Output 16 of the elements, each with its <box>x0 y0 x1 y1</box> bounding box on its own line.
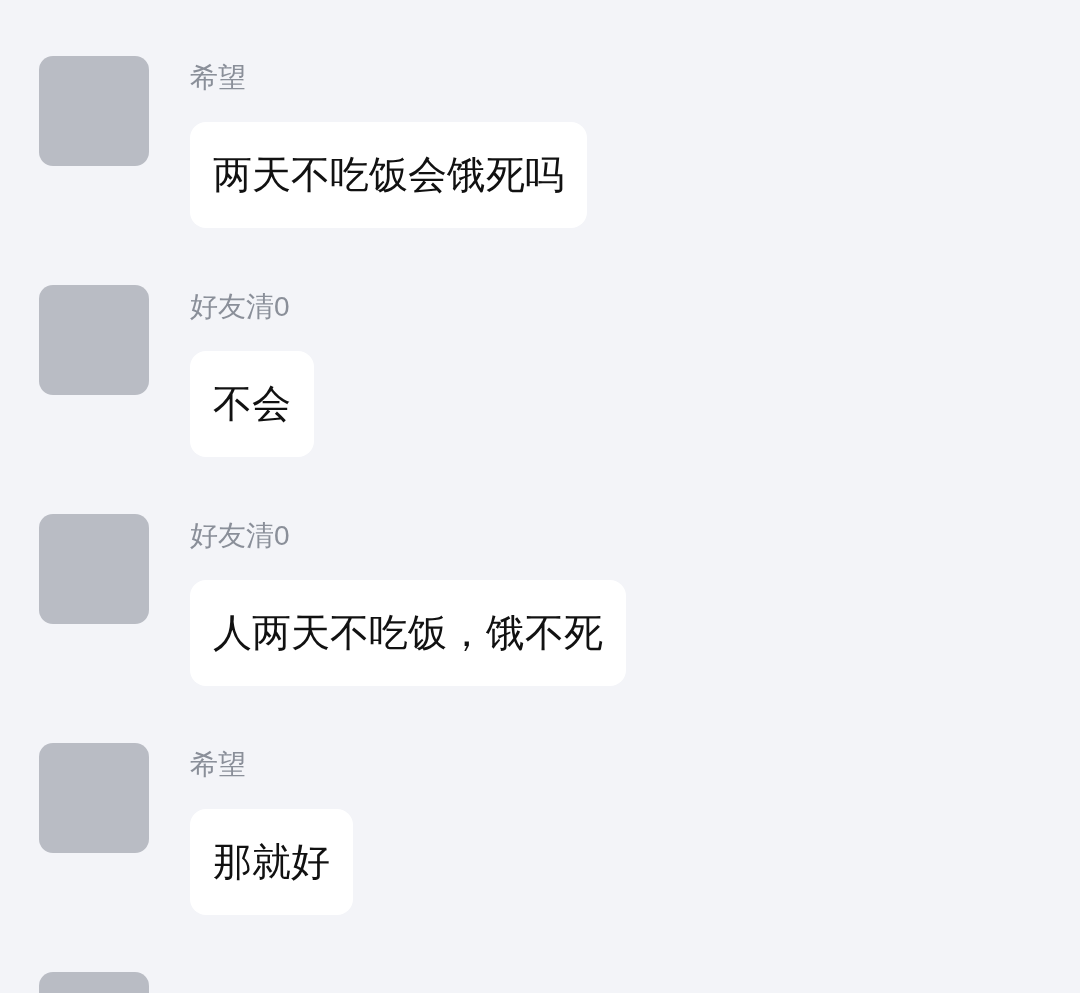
message-bubble[interactable]: 两天不吃饭会饿死吗 <box>190 122 587 228</box>
sender-name: 希望 <box>190 748 246 782</box>
message-text: 不会 <box>213 380 291 427</box>
message-text: 那就好 <box>213 838 330 885</box>
avatar-placeholder[interactable] <box>39 285 149 395</box>
avatar-placeholder[interactable] <box>39 56 149 166</box>
message-bubble[interactable]: 人两天不吃饭，饿不死 <box>190 580 626 686</box>
message-text: 人两天不吃饭，饿不死 <box>213 609 603 656</box>
message-text: 两天不吃饭会饿死吗 <box>213 151 564 198</box>
sender-name: 好友清0 <box>190 290 290 324</box>
message-bubble[interactable]: 那就好 <box>190 809 353 915</box>
sender-name: 好友清0 <box>190 519 290 553</box>
sender-name: 希望 <box>190 61 246 95</box>
message-bubble[interactable]: 不会 <box>190 351 314 457</box>
avatar-placeholder[interactable] <box>39 743 149 853</box>
avatar-placeholder[interactable] <box>39 514 149 624</box>
